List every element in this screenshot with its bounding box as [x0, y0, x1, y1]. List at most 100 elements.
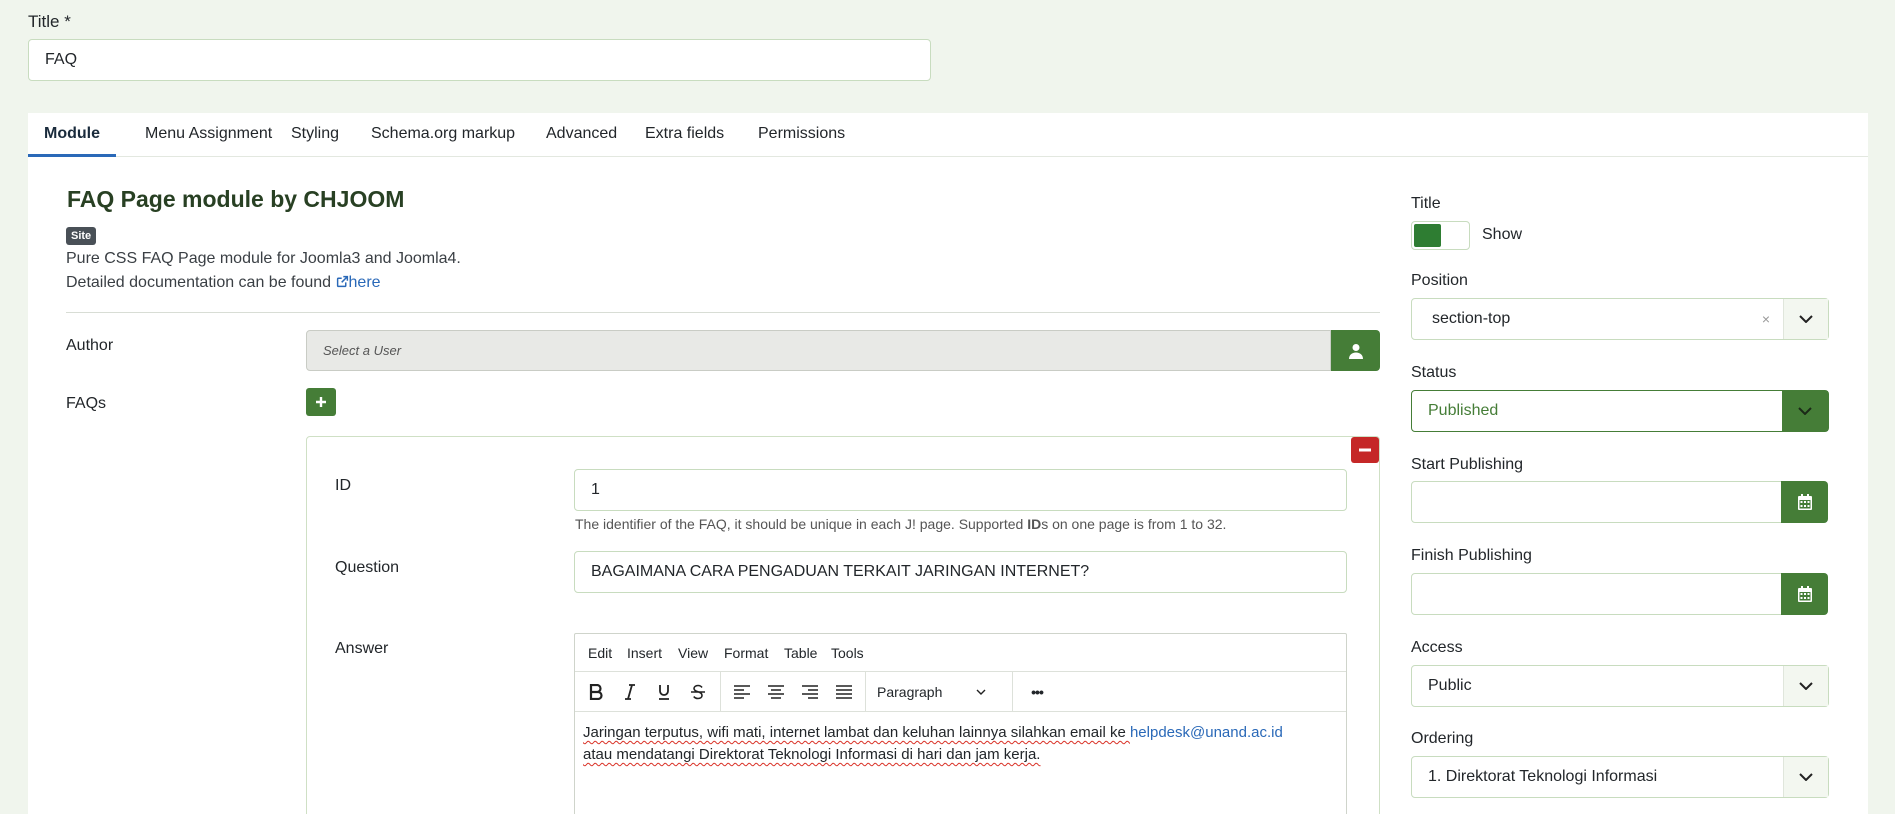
- calendar-icon: [1797, 586, 1812, 602]
- user-icon: [1348, 343, 1363, 359]
- status-label: Status: [1411, 364, 1457, 381]
- module-title: FAQ Page module by CHJOOM: [67, 186, 405, 212]
- editor-content[interactable]: Jaringan terputus, wifi mati, internet l…: [583, 722, 1343, 766]
- access-label: Access: [1411, 639, 1463, 656]
- bold-icon: [589, 684, 603, 700]
- faq-question-label: Question: [335, 559, 400, 576]
- show-title-toggle[interactable]: [1411, 221, 1470, 250]
- position-value: section-top: [1432, 310, 1511, 327]
- tab-schema-markup[interactable]: Schema.org markup: [355, 113, 531, 157]
- author-select-field[interactable]: Select a User: [306, 330, 1331, 371]
- toggle-knob: [1414, 224, 1441, 247]
- editor-menu-insert[interactable]: Insert: [627, 645, 662, 661]
- toolbar-separator: [865, 672, 866, 712]
- block-format-value: Paragraph: [877, 684, 943, 700]
- status-select[interactable]: Published: [1411, 390, 1829, 432]
- answer-editor: Edit Insert View Format Table Tools Para…: [574, 633, 1347, 814]
- tab-module[interactable]: Module: [28, 113, 116, 157]
- ordering-label: Ordering: [1411, 730, 1474, 747]
- sidebar-title-label: Title: [1411, 195, 1441, 212]
- editor-menu-edit[interactable]: Edit: [588, 645, 612, 661]
- access-value: Public: [1428, 677, 1472, 694]
- chevron-down-icon: [1799, 773, 1813, 781]
- chevron-down-icon: [1799, 682, 1813, 690]
- align-right-button[interactable]: [795, 678, 825, 706]
- start-publishing-label: Start Publishing: [1411, 456, 1524, 473]
- more-button[interactable]: •••: [1022, 678, 1052, 706]
- site-badge: Site: [66, 227, 97, 245]
- underline-icon: [659, 685, 669, 700]
- documentation-link[interactable]: here: [336, 274, 381, 291]
- show-title-label: Show: [1482, 226, 1523, 243]
- toolbar-separator: [1012, 672, 1013, 712]
- underline-button[interactable]: [649, 678, 679, 706]
- editor-menubar: Edit Insert View Format Table Tools: [575, 634, 1346, 672]
- documentation-link-text: here: [348, 274, 381, 291]
- select-user-button[interactable]: [1331, 330, 1380, 371]
- add-faq-button[interactable]: [306, 388, 336, 416]
- faq-answer-label: Answer: [335, 640, 389, 657]
- align-left-button[interactable]: [727, 678, 757, 706]
- tab-advanced[interactable]: Advanced: [530, 113, 633, 157]
- align-center-button[interactable]: [761, 678, 791, 706]
- align-center-icon: [768, 685, 784, 699]
- ordering-select[interactable]: 1. Direktorat Teknologi Informasi: [1411, 756, 1829, 798]
- title-label: Title *: [28, 12, 71, 31]
- faqs-label: FAQs: [66, 395, 107, 412]
- chevron-down-icon: [1798, 407, 1812, 415]
- access-select[interactable]: Public: [1411, 665, 1829, 707]
- position-select[interactable]: section-top ×: [1411, 298, 1829, 340]
- editor-menu-view[interactable]: View: [678, 645, 708, 661]
- editor-text-line2: atau mendatangi Direktorat Teknologi Inf…: [583, 746, 1041, 763]
- start-publishing-input[interactable]: [1411, 481, 1783, 523]
- tab-extra-fields[interactable]: Extra fields: [629, 113, 740, 157]
- align-right-icon: [802, 685, 818, 699]
- minus-icon: [1359, 448, 1371, 452]
- position-label: Position: [1411, 272, 1468, 289]
- editor-email-link[interactable]: helpdesk@unand.ac.id: [1130, 724, 1283, 741]
- faq-id-input[interactable]: 1: [574, 469, 1347, 511]
- ordering-value: 1. Direktorat Teknologi Informasi: [1428, 768, 1658, 785]
- editor-menu-format[interactable]: Format: [724, 645, 768, 661]
- calendar-icon: [1797, 494, 1812, 510]
- module-description: Pure CSS FAQ Page module for Joomla3 and…: [66, 250, 461, 267]
- faq-id-help-text: The identifier of the FAQ, it should be …: [575, 516, 1028, 532]
- editor-text-line1: Jaringan terputus, wifi mati, internet l…: [583, 724, 1130, 741]
- tab-menu-assignment[interactable]: Menu Assignment: [129, 113, 288, 157]
- strikethrough-button[interactable]: [683, 678, 713, 706]
- justify-icon: [836, 685, 852, 699]
- status-dropdown-toggle[interactable]: [1782, 391, 1828, 431]
- editor-menu-tools[interactable]: Tools: [831, 645, 864, 661]
- faq-id-help-bold: ID: [1027, 516, 1042, 532]
- finish-publishing-input[interactable]: [1411, 573, 1783, 615]
- editor-menu-table[interactable]: Table: [784, 645, 817, 661]
- position-dropdown-toggle[interactable]: [1783, 299, 1828, 339]
- block-format-select[interactable]: Paragraph: [877, 684, 986, 700]
- finish-publishing-calendar-button[interactable]: [1781, 573, 1828, 615]
- documentation-note: Detailed documentation can be found here: [66, 274, 381, 292]
- remove-faq-button[interactable]: [1351, 437, 1379, 463]
- strikethrough-icon: [691, 684, 705, 700]
- chevron-down-icon: [976, 689, 986, 695]
- toolbar-separator: [720, 672, 721, 712]
- faq-id-help-suffix: s on one page is from 1 to 32.: [1041, 516, 1227, 532]
- divider: [66, 312, 1380, 313]
- bold-button[interactable]: [581, 678, 611, 706]
- faq-question-input[interactable]: BAGAIMANA CARA PENGADUAN TERKAIT JARINGA…: [574, 551, 1347, 593]
- italic-button[interactable]: [615, 678, 645, 706]
- italic-icon: [625, 684, 635, 700]
- chevron-down-icon: [1799, 315, 1813, 323]
- title-input[interactable]: FAQ: [28, 39, 931, 81]
- access-dropdown-toggle[interactable]: [1783, 666, 1828, 706]
- ordering-dropdown-toggle[interactable]: [1783, 757, 1828, 797]
- finish-publishing-label: Finish Publishing: [1411, 547, 1532, 564]
- tab-permissions[interactable]: Permissions: [742, 113, 861, 157]
- plus-icon: [316, 397, 326, 407]
- external-link-icon: [336, 275, 348, 288]
- tab-styling[interactable]: Styling: [275, 113, 355, 157]
- author-label: Author: [66, 337, 114, 354]
- clear-icon[interactable]: ×: [1762, 299, 1770, 339]
- justify-button[interactable]: [829, 678, 859, 706]
- start-publishing-calendar-button[interactable]: [1781, 481, 1828, 523]
- tab-bar: Module Menu Assignment Styling Schema.or…: [28, 113, 1868, 157]
